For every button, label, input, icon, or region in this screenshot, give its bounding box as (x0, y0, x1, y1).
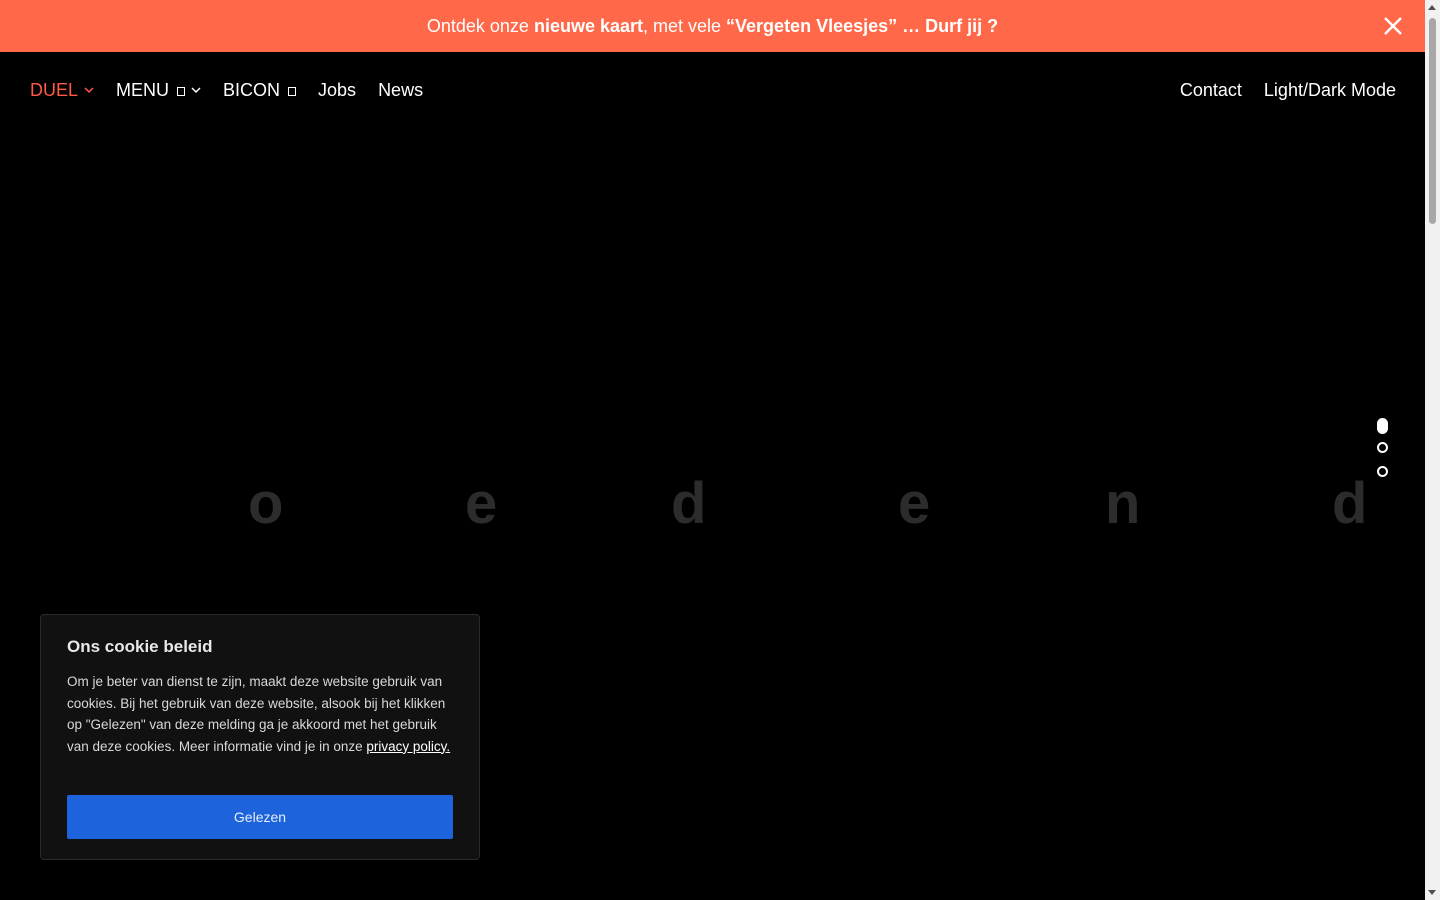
close-icon[interactable] (1381, 14, 1405, 38)
nav-item-duel[interactable]: DUEL (30, 80, 94, 101)
nav-item-news[interactable]: News (378, 80, 423, 101)
page: Ontdek onze nieuwe kaart, met vele “Verg… (0, 0, 1425, 900)
banner-text-2: , met vele (643, 15, 727, 36)
nav-item-label: Light/Dark Mode (1263, 79, 1396, 100)
nav-item-jobs[interactable]: Jobs (318, 80, 356, 101)
nav-item-label: BICON (223, 79, 281, 100)
nav-item-label: Jobs (318, 79, 357, 100)
external-box-icon (288, 86, 297, 96)
main-nav: DUEL MENU BICON Jobs News Contact Light/… (0, 70, 1425, 110)
scroll-down-arrow-icon[interactable] (1428, 890, 1436, 895)
banner-message[interactable]: Ontdek onze nieuwe kaart, met vele “Verg… (427, 16, 998, 37)
slider-dot-2[interactable] (1377, 442, 1388, 453)
banner-text-bold-2: “Vergeten Vleesjes” … Durf jij ? (726, 15, 999, 36)
nav-left: DUEL MENU BICON Jobs News (30, 70, 445, 110)
nav-item-label: DUEL (30, 79, 79, 100)
nav-item-bicon[interactable]: BICON (223, 79, 297, 101)
chevron-down-icon (191, 87, 201, 94)
hero-letter: d (671, 471, 707, 536)
hero-letter: e (465, 471, 498, 536)
announcement-banner: Ontdek onze nieuwe kaart, met vele “Verg… (0, 0, 1425, 52)
scroll-up-arrow-icon[interactable] (1428, 5, 1436, 10)
scrollbar-thumb[interactable] (1429, 18, 1436, 224)
nav-right: Contact Light/Dark Mode (1158, 70, 1396, 110)
hero-letter: e (898, 471, 931, 536)
cookie-body: Om je beter van dienst te zijn, maakt de… (67, 671, 453, 757)
hero-letter: o (248, 471, 284, 536)
slider-dots (1377, 418, 1391, 490)
nav-item-label: Contact (1179, 79, 1242, 100)
cookie-title: Ons cookie beleid (67, 637, 213, 656)
cookie-popup: Ons cookie beleid Om je beter van dienst… (40, 614, 480, 860)
slider-dot-1[interactable] (1377, 418, 1388, 434)
scrollbar[interactable] (1425, 0, 1440, 900)
nav-item-menu[interactable]: MENU (116, 80, 201, 101)
hero-letter: d (1332, 471, 1368, 536)
nav-item-label: News (378, 79, 424, 100)
nav-item-contact[interactable]: Contact (1180, 80, 1242, 101)
chevron-down-icon (84, 87, 94, 94)
nav-item-label: MENU (116, 79, 170, 100)
slider-dot-3[interactable] (1377, 466, 1388, 477)
external-box-icon (177, 86, 186, 96)
banner-text-bold-1: nieuwe kaart (533, 15, 643, 36)
gelezen-button[interactable]: Gelezen (67, 795, 453, 839)
banner-text-1: Ontdek onze (426, 15, 534, 36)
light-dark-mode-toggle[interactable]: Light/Dark Mode (1264, 80, 1396, 101)
hero-letters: o e d e n d (0, 470, 1425, 540)
privacy-policy-link[interactable]: privacy policy. (366, 739, 450, 754)
hero-letter: n (1105, 471, 1141, 536)
